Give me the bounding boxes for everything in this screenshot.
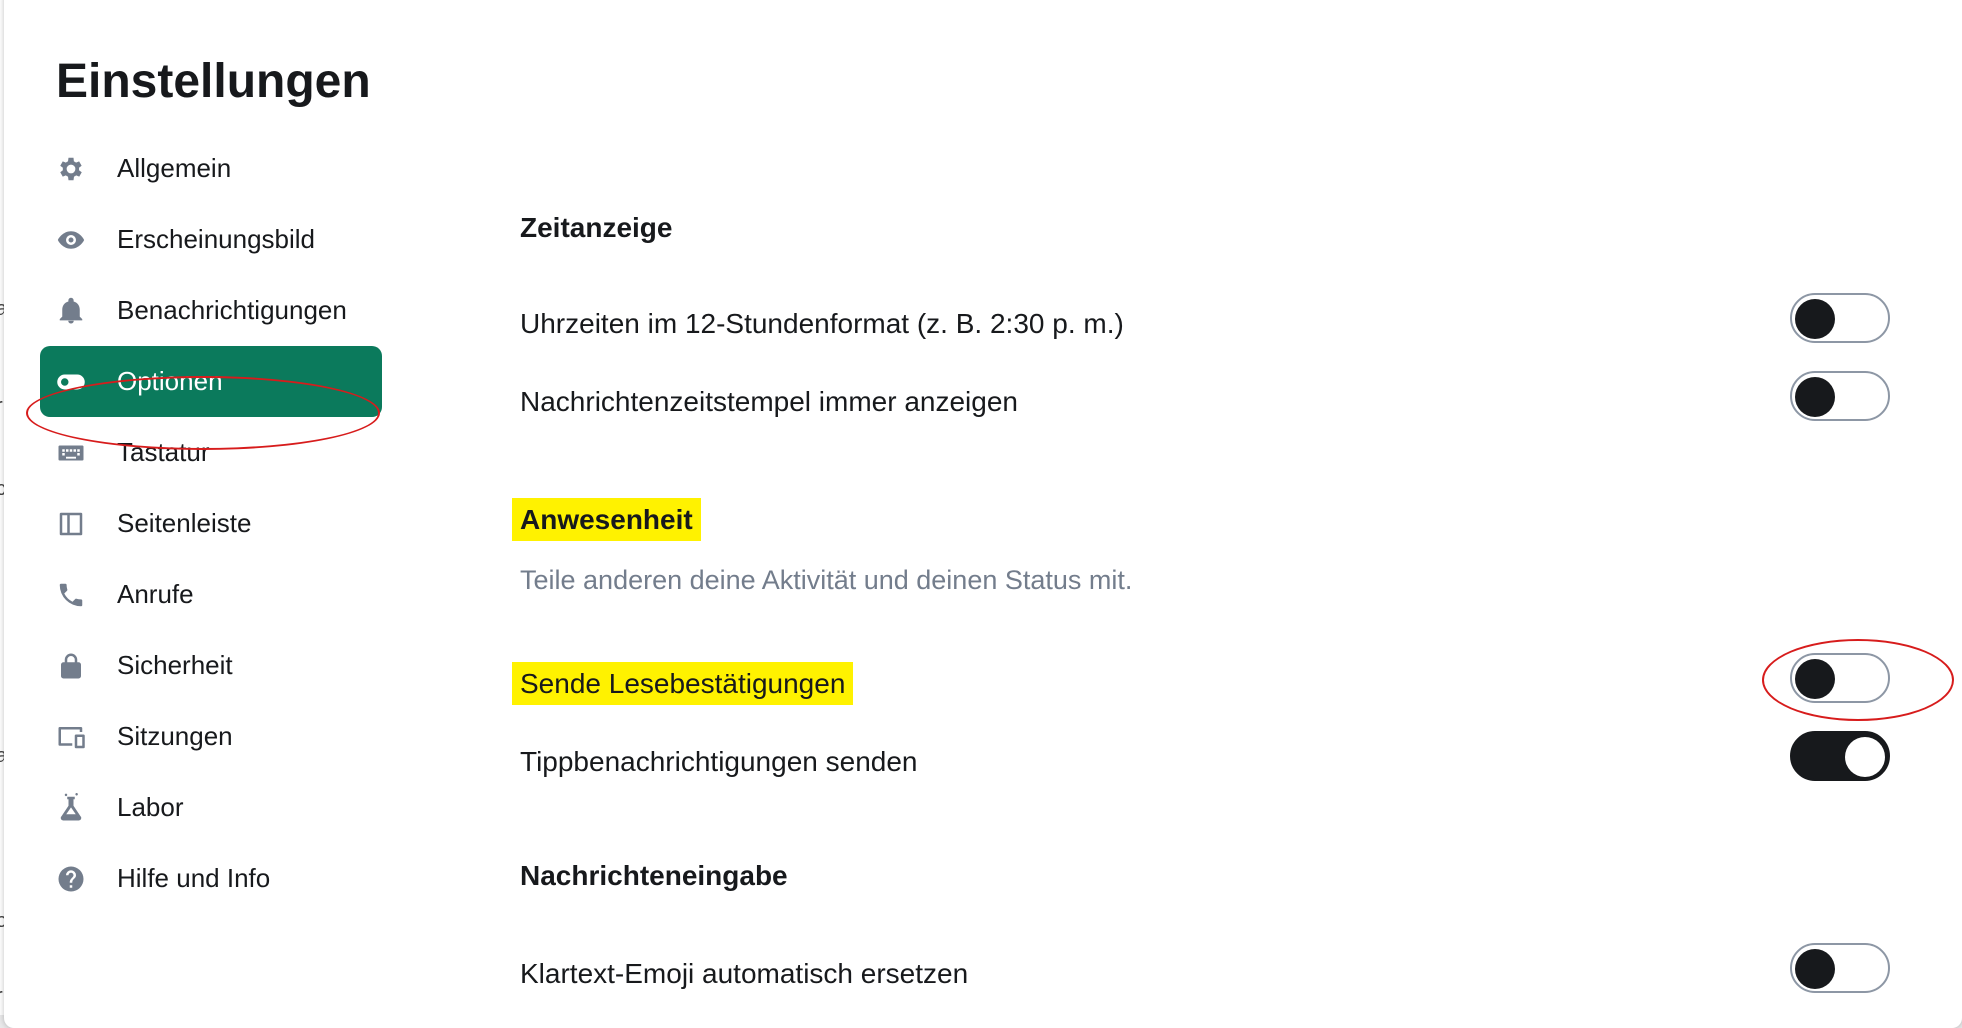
sidebar-item-anrufe[interactable]: Anrufe [40, 559, 382, 630]
lock-icon [55, 650, 87, 682]
setting-label-timestamps: Nachrichtenzeitstempel immer anzeigen [520, 386, 1018, 417]
sidebar-item-benachrichtigungen[interactable]: Benachrichtigungen [40, 275, 382, 346]
sidebar-item-tastatur[interactable]: Tastatur [40, 417, 382, 488]
toggle-knob [1795, 377, 1835, 417]
toggle-always-timestamps[interactable] [1790, 371, 1890, 421]
toggle-12h-format[interactable] [1790, 293, 1890, 343]
section-heading-nachrichteneingabe: Nachrichteneingabe [520, 860, 788, 891]
section-heading-zeitanzeige: Zeitanzeige [520, 212, 673, 243]
sidebar-item-label: Hilfe und Info [117, 863, 271, 893]
settings-dialog: Einstellungen Allgemein Erscheinungsbild… [4, 0, 1962, 1028]
sidebar-item-allgemein[interactable]: Allgemein [40, 133, 382, 204]
highlight-anwesenheit: Anwesenheit [512, 498, 701, 541]
devices-icon [55, 721, 87, 753]
setting-label-typing: Tippbenachrichtigungen senden [520, 746, 918, 777]
sidebar-item-sitzungen[interactable]: Sitzungen [40, 701, 382, 772]
keyboard-icon [55, 437, 87, 469]
sidebar-item-label: Erscheinungsbild [117, 224, 316, 254]
sidebar-item-label: Labor [117, 792, 184, 822]
gear-icon [55, 153, 87, 185]
sidebar-item-label: Benachrichtigungen [117, 295, 347, 325]
toggle-knob [1795, 949, 1835, 989]
dialog-title: Einstellungen [56, 55, 371, 108]
help-icon [55, 863, 87, 895]
sidebar-item-sicherheit[interactable]: Sicherheit [40, 630, 382, 701]
setting-label-emoji: Klartext-Emoji automatisch ersetzen [520, 958, 969, 989]
flask-icon [55, 792, 87, 824]
sidebar-item-label: Anrufe [117, 579, 194, 609]
toggle-emoji-replace[interactable] [1790, 943, 1890, 993]
sidebar-icon [55, 508, 87, 540]
sidebar-item-label: Optionen [117, 366, 223, 396]
eye-icon [55, 224, 87, 256]
section-heading-anwesenheit: Anwesenheit [512, 498, 701, 541]
toggle-knob [1845, 737, 1885, 777]
sidebar-item-hilfe-und-info[interactable]: Hilfe und Info [40, 843, 382, 914]
bell-icon [55, 295, 87, 327]
toggle-read-receipts[interactable] [1790, 653, 1890, 703]
toggle-icon [55, 366, 87, 398]
sidebar-item-seitenleiste[interactable]: Seitenleiste [40, 488, 382, 559]
sidebar-item-erscheinungsbild[interactable]: Erscheinungsbild [40, 204, 382, 275]
sidebar-item-labor[interactable]: Labor [40, 772, 382, 843]
sidebar-item-label: Sicherheit [117, 650, 233, 680]
toggle-knob [1795, 659, 1835, 699]
toggle-typing-notifications[interactable] [1790, 731, 1890, 781]
sidebar-item-label: Tastatur [117, 437, 210, 467]
sidebar-item-optionen[interactable]: Optionen [40, 346, 382, 417]
sidebar-item-label: Sitzungen [117, 721, 233, 751]
settings-sidebar: Allgemein Erscheinungsbild Benachrichtig… [40, 133, 382, 914]
setting-label-12h: Uhrzeiten im 12-Stundenformat (z. B. 2:3… [520, 308, 1124, 339]
sidebar-item-label: Seitenleiste [117, 508, 252, 538]
section-description-anwesenheit: Teile anderen deine Aktivität und deinen… [520, 565, 1133, 595]
sidebar-item-label: Allgemein [117, 153, 232, 183]
toggle-knob [1795, 299, 1835, 339]
phone-icon [55, 579, 87, 611]
highlight-read-receipts: Sende Lesebestätigungen [512, 662, 854, 705]
setting-label-read-receipts: Sende Lesebestätigungen [512, 662, 854, 705]
